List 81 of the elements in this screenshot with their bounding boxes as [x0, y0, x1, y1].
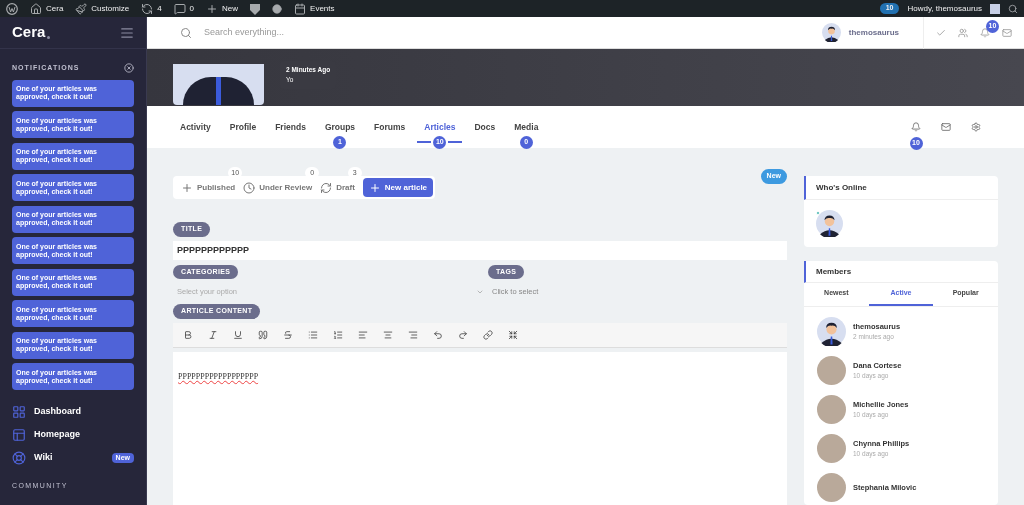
member-avatar [817, 395, 846, 424]
brush-icon [75, 2, 88, 15]
link-icon[interactable] [483, 329, 493, 340]
admin-bar-item[interactable]: New [206, 2, 239, 15]
profile-tab[interactable]: Activity [180, 120, 211, 134]
online-status-icon [816, 211, 820, 215]
greeting-link[interactable]: Howdy, themosaurus [907, 2, 982, 15]
search-icon [180, 26, 192, 39]
mail-icon[interactable] [941, 122, 951, 132]
nav-link[interactable]: Dashboard [34, 405, 81, 419]
align-left-icon[interactable] [358, 329, 368, 340]
circle-icon[interactable] [272, 3, 283, 14]
strikethrough-icon[interactable] [283, 329, 293, 340]
logo[interactable]: Cera [12, 21, 46, 44]
refresh-icon [141, 2, 154, 15]
plus-icon [181, 181, 193, 194]
search-icon[interactable] [1008, 3, 1018, 14]
editor-text: PPPPPPPPPPPPPPPPPP [178, 371, 259, 381]
refresh-icon [320, 181, 333, 194]
search-field[interactable]: Search everything... [204, 25, 504, 40]
chevron-down-icon [476, 288, 484, 296]
shield-icon[interactable] [250, 2, 261, 15]
home-icon [30, 2, 42, 15]
user-name[interactable]: themosaurus [848, 26, 899, 39]
wordpress-logo-icon[interactable] [6, 2, 18, 15]
check-icon[interactable] [936, 27, 946, 38]
align-right-icon[interactable] [408, 329, 418, 340]
avatar-icon [990, 3, 1000, 14]
plus-icon [368, 181, 381, 194]
admin-bar-item[interactable]: 4 [141, 2, 162, 15]
numbered-list-icon[interactable] [333, 329, 343, 340]
layout-icon [12, 428, 26, 442]
bold-icon[interactable] [183, 329, 193, 340]
underline-icon[interactable] [233, 329, 243, 340]
italic-icon[interactable] [208, 329, 218, 340]
redo-icon[interactable] [458, 329, 468, 340]
user-avatar [821, 23, 841, 42]
align-center-icon[interactable] [383, 329, 393, 340]
clock-icon [243, 181, 256, 194]
mail-icon[interactable] [1002, 27, 1012, 38]
widget-title: Members [816, 265, 852, 278]
admin-bar-item[interactable]: Cera [30, 2, 64, 15]
grid-icon [12, 405, 26, 419]
editor-body[interactable]: PPPPPPPPPPPPPPPPPP [173, 351, 787, 505]
admin-bar-item[interactable]: 0 [173, 2, 195, 15]
bullet-list-icon[interactable] [308, 329, 318, 340]
settings-icon[interactable] [971, 122, 981, 132]
bell-icon[interactable] [980, 27, 990, 38]
calendar-icon [294, 2, 307, 15]
article-tab[interactable]: Draft [320, 178, 355, 197]
bell-icon[interactable] [911, 122, 921, 132]
profile-tab[interactable]: Docs [474, 120, 496, 134]
profile-tab[interactable]: Forums [374, 120, 406, 134]
fullscreen-icon[interactable] [508, 329, 518, 340]
member-avatar [817, 473, 846, 502]
member-avatar [816, 210, 843, 237]
article-tab[interactable]: New article [362, 178, 434, 197]
profile-tab[interactable]: Media [514, 120, 539, 134]
profile-tab[interactable]: Groups [324, 120, 356, 134]
profile-tab[interactable]: Profile [229, 120, 257, 134]
title-input[interactable]: PPPPPPPPPPPP [173, 240, 787, 260]
profile-tab[interactable]: Friends [275, 120, 306, 134]
article-tab[interactable]: Under Review [243, 178, 313, 197]
comment-icon [173, 2, 186, 15]
undo-icon[interactable] [433, 329, 443, 340]
member-avatar [817, 434, 846, 463]
quote-icon[interactable] [258, 329, 268, 340]
profile-tab[interactable]: Articles [424, 120, 456, 134]
nav-link[interactable]: Wiki [34, 451, 53, 465]
close-icon[interactable] [124, 63, 134, 74]
admin-bar-item[interactable]: Events [294, 2, 335, 15]
article-tab[interactable]: Published [181, 178, 236, 197]
users-icon[interactable] [958, 27, 968, 38]
member-avatar [817, 317, 846, 346]
plus-icon [206, 2, 219, 15]
member-avatar [817, 356, 846, 385]
lifebuoy-icon [12, 451, 26, 465]
admin-bar-item[interactable]: Customize [75, 2, 130, 15]
collapse-icon[interactable] [120, 25, 134, 40]
widget-title: Who's Online [816, 181, 867, 194]
nav-link[interactable]: Homepage [34, 428, 80, 442]
